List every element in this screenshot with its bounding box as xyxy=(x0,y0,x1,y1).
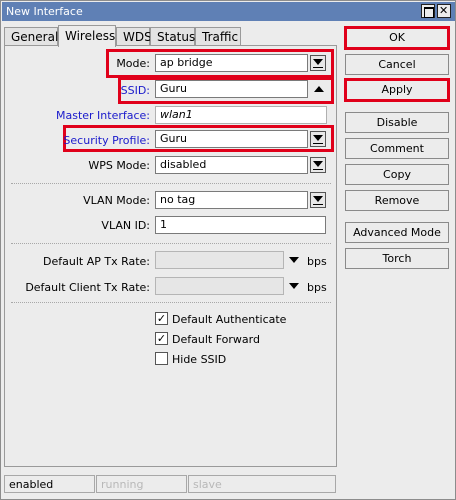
master-interface-label: Master Interface: xyxy=(55,109,150,122)
security-profile-label: Security Profile: xyxy=(63,134,150,147)
copy-button[interactable]: Copy xyxy=(345,164,449,185)
ap-tx-rate-unit: bps xyxy=(307,255,327,268)
tab-wds[interactable]: WDS xyxy=(116,27,152,46)
separator xyxy=(11,183,331,184)
hide-ssid-label: Hide SSID xyxy=(172,353,227,366)
ssid-input[interactable]: Guru xyxy=(155,80,308,98)
remove-button[interactable]: Remove xyxy=(345,190,449,211)
tab-wireless[interactable]: Wireless xyxy=(58,25,116,47)
status-running: running xyxy=(96,475,187,493)
disable-button[interactable]: Disable xyxy=(345,112,449,133)
default-ap-tx-rate-label: Default AP Tx Rate: xyxy=(43,255,150,268)
cancel-button[interactable]: Cancel xyxy=(345,54,449,75)
status-enabled: enabled xyxy=(4,475,95,493)
window-title: New Interface xyxy=(6,5,83,18)
default-forward-label: Default Forward xyxy=(172,333,260,346)
default-client-tx-rate-label: Default Client Tx Rate: xyxy=(25,281,150,294)
title-bar: New Interface xyxy=(2,2,455,21)
separator xyxy=(11,302,331,303)
status-slave: slave xyxy=(188,475,336,493)
ok-button[interactable]: OK xyxy=(345,28,449,49)
mode-label: Mode: xyxy=(116,57,150,70)
advanced-mode-button[interactable]: Advanced Mode xyxy=(345,222,449,243)
wireless-panel: Mode: ap bridge SSID: Guru Master Interf… xyxy=(4,45,337,467)
triangle-down-icon[interactable] xyxy=(289,257,299,263)
wps-mode-label: WPS Mode: xyxy=(88,159,150,172)
vlan-mode-select[interactable]: no tag xyxy=(155,191,308,209)
mode-select[interactable]: ap bridge xyxy=(155,54,308,72)
vlan-id-label: VLAN ID: xyxy=(101,219,150,232)
torch-button[interactable]: Torch xyxy=(345,248,449,269)
triangle-down-icon[interactable] xyxy=(289,283,299,289)
security-profile-dropdown-icon[interactable] xyxy=(310,131,326,147)
separator xyxy=(11,243,331,244)
master-interface-field[interactable]: wlan1 xyxy=(155,106,327,124)
default-authenticate-label: Default Authenticate xyxy=(172,313,287,326)
close-icon[interactable] xyxy=(437,4,451,18)
default-ap-tx-rate-input[interactable] xyxy=(155,251,284,269)
client-tx-rate-unit: bps xyxy=(307,281,327,294)
maximize-icon[interactable] xyxy=(421,4,435,18)
apply-button[interactable]: Apply xyxy=(345,80,449,101)
vlan-mode-dropdown-icon[interactable] xyxy=(310,192,326,208)
triangle-up-icon[interactable] xyxy=(314,86,324,92)
hide-ssid-checkbox[interactable] xyxy=(155,352,168,365)
tab-traffic[interactable]: Traffic xyxy=(195,27,241,46)
mode-dropdown-icon[interactable] xyxy=(310,55,326,71)
tab-status[interactable]: Status xyxy=(150,27,195,46)
new-interface-window: New Interface General Wireless WDS Statu… xyxy=(0,0,456,500)
comment-button[interactable]: Comment xyxy=(345,138,449,159)
default-forward-checkbox[interactable]: ✓ xyxy=(155,332,168,345)
wps-mode-select[interactable]: disabled xyxy=(155,156,308,174)
wps-mode-dropdown-icon[interactable] xyxy=(310,157,326,173)
vlan-mode-label: VLAN Mode: xyxy=(83,194,150,207)
default-authenticate-checkbox[interactable]: ✓ xyxy=(155,312,168,325)
ssid-label: SSID: xyxy=(120,84,150,97)
vlan-id-input[interactable]: 1 xyxy=(155,216,326,234)
tab-general[interactable]: General xyxy=(4,27,58,46)
security-profile-select[interactable]: Guru xyxy=(155,130,308,148)
default-client-tx-rate-input[interactable] xyxy=(155,277,284,295)
